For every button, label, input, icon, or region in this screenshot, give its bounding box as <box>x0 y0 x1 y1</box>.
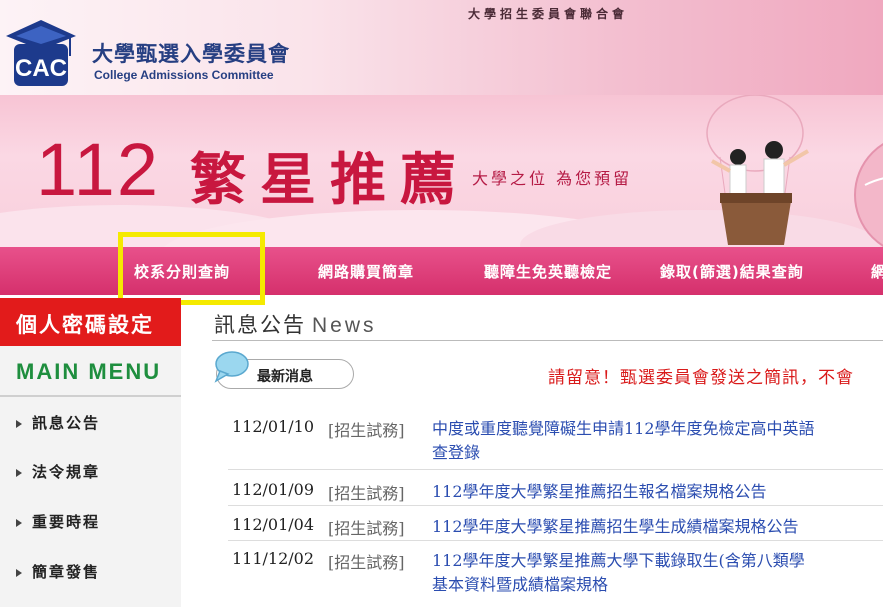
main-menu-heading: MAIN MENU <box>16 359 162 384</box>
password-settings-button[interactable]: 個人密碼設定 <box>0 298 181 346</box>
news-heading-cn: 訊息公告 <box>214 313 306 337</box>
divider <box>0 395 181 397</box>
hero-banner: 112 繁星推薦 大學之位 為您預留 <box>0 95 883 247</box>
news-title-link[interactable]: 112學年度大學繁星推薦招生學生成績檔案規格公告 <box>432 515 799 539</box>
divider <box>212 340 883 341</box>
news-date: 111/12/02 <box>232 549 315 568</box>
news-heading-en: News <box>312 314 377 337</box>
banner-title: 繁星推薦 <box>190 147 470 213</box>
balloon-students-illustration <box>706 95 810 245</box>
divider <box>228 469 883 470</box>
org-name-en: College Admissions Committee <box>94 68 274 82</box>
triangle-right-icon <box>16 518 22 527</box>
news-title-link[interactable]: 中度或重度聽覺障礙生申請112學年度免檢定高中英語 查登錄 <box>432 417 815 465</box>
site-header: 大學招生委員會聯合會 CAC 大學甄選入學委員會 College Admissi… <box>0 0 883 95</box>
news-date: 112/01/04 <box>232 515 315 534</box>
news-date: 112/01/10 <box>232 417 315 436</box>
sidebar-item-label: 重要時程 <box>32 513 101 531</box>
latest-news-label: 最新消息 <box>257 369 313 385</box>
highlight-box <box>118 232 265 305</box>
news-category: [招生試務] <box>328 553 405 572</box>
password-settings-label: 個人密碼設定 <box>16 313 154 337</box>
planet-illustration <box>854 143 883 247</box>
news-category: [招生試務] <box>328 421 405 440</box>
news-title-link[interactable]: 112學年度大學繁星推薦招生報名檔案規格公告 <box>432 480 767 504</box>
triangle-right-icon <box>16 468 22 477</box>
news-date: 112/01/09 <box>232 480 315 499</box>
divider <box>228 505 883 506</box>
svg-text:CAC: CAC <box>15 55 67 82</box>
sidebar-item-brochure[interactable]: 簡章發售 <box>16 561 100 582</box>
cac-logo[interactable]: CAC <box>4 18 78 88</box>
sidebar-item-regulations[interactable]: 法令規章 <box>16 461 100 482</box>
divider <box>228 540 883 541</box>
nav-hearing-exemption[interactable]: 聽障生免英聽檢定 <box>484 261 612 282</box>
nav-buy-brochure[interactable]: 網路購買簡章 <box>318 261 414 282</box>
triangle-right-icon <box>16 419 22 428</box>
sidebar-item-label: 法令規章 <box>32 463 101 481</box>
sidebar-item-schedule[interactable]: 重要時程 <box>16 511 100 532</box>
nav-admission-results[interactable]: 錄取(篩選)結果查詢 <box>660 261 804 282</box>
news-category: [招生試務] <box>328 519 405 538</box>
news-category: [招生試務] <box>328 484 405 503</box>
nav-more[interactable]: 網 <box>871 261 883 282</box>
banner-year: 112 <box>36 128 160 211</box>
federation-title: 大學招生委員會聯合會 <box>468 7 629 21</box>
speech-bubble-icon <box>214 351 249 383</box>
sms-notice[interactable]: 請留意！甄選委員會發送之簡訊，不會 <box>548 363 854 388</box>
org-name-cn: 大學甄選入學委員會 <box>92 42 290 66</box>
triangle-right-icon <box>16 568 22 577</box>
news-title-link[interactable]: 112學年度大學繁星推薦大學下載錄取生(含第八類學 基本資料暨成績檔案規格 <box>432 549 805 597</box>
sidebar-item-news[interactable]: 訊息公告 <box>16 412 100 433</box>
sidebar-item-label: 簡章發售 <box>32 563 101 581</box>
news-heading: 訊息公告 News <box>214 309 377 339</box>
banner-slogan: 大學之位 為您預留 <box>472 169 633 188</box>
sidebar-item-label: 訊息公告 <box>32 414 101 432</box>
